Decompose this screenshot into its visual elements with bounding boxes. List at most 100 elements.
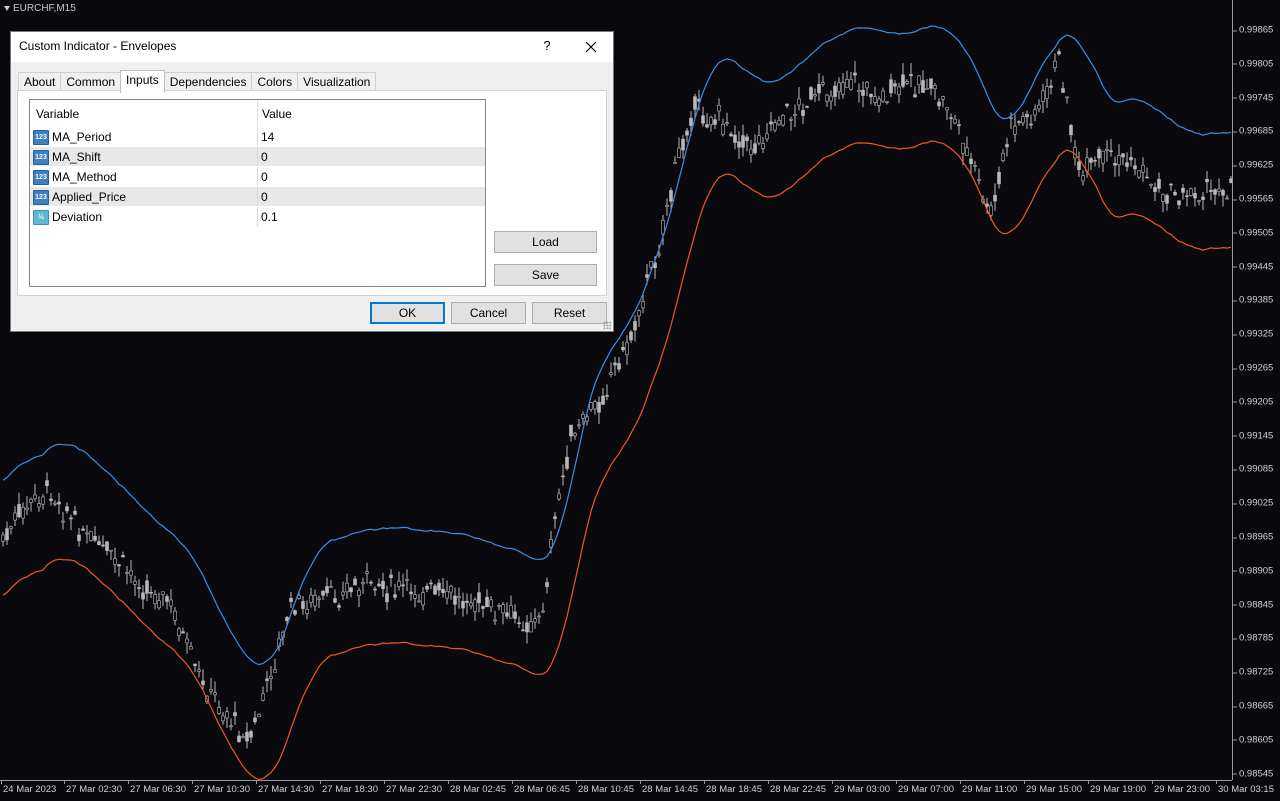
candle-body — [701, 115, 705, 124]
candle-body — [485, 596, 489, 608]
candle-body — [421, 592, 425, 606]
candle-body — [65, 506, 69, 512]
load-button[interactable]: Load — [494, 231, 597, 253]
ok-button[interactable]: OK — [370, 302, 445, 324]
variable-name: Applied_Price — [52, 190, 127, 204]
header-divider[interactable] — [257, 100, 258, 126]
candle-body — [677, 147, 681, 158]
variable-value[interactable]: 0 — [261, 190, 268, 204]
candle-body — [593, 401, 597, 410]
variable-value[interactable]: 14 — [261, 130, 274, 144]
candle-body — [249, 731, 253, 738]
candle-body — [1193, 193, 1197, 199]
candle-body — [745, 136, 749, 142]
candle-body — [445, 590, 449, 599]
symbol-label[interactable]: EURCHF,M15 — [4, 3, 76, 14]
candle-body — [557, 493, 561, 500]
candle-body — [357, 590, 361, 597]
variable-name: MA_Period — [52, 130, 112, 144]
time-tick-label: 30 Mar 03:15 — [1216, 781, 1274, 795]
candle-body — [837, 82, 841, 93]
candle-body — [517, 622, 521, 624]
candle-body — [1221, 190, 1225, 196]
candle-body — [381, 580, 385, 589]
save-button[interactable]: Save — [494, 264, 597, 286]
variable-value[interactable]: 0 — [261, 170, 268, 184]
candle-body — [77, 534, 81, 542]
candle-body — [961, 142, 965, 154]
candle-body — [733, 134, 737, 143]
int-icon: 123 — [33, 150, 49, 165]
tab-about[interactable]: About — [18, 72, 62, 92]
price-tick-label: 0.99325 — [1232, 328, 1274, 340]
candle-body — [1181, 187, 1185, 193]
reset-button[interactable]: Reset — [532, 302, 607, 324]
candle-body — [777, 120, 781, 125]
dialog-titlebar[interactable]: Custom Indicator - Envelopes ? — [11, 32, 613, 62]
dropdown-triangle-icon — [4, 6, 10, 11]
candle-body — [317, 597, 321, 600]
candle-body — [117, 564, 121, 567]
candle-body — [525, 622, 529, 633]
time-tick-label: 29 Mar 11:00 — [959, 781, 1018, 795]
candle-body — [1205, 178, 1209, 183]
grid-header: Variable Value — [30, 100, 485, 126]
candle-body — [1069, 125, 1073, 136]
candle-body — [125, 572, 129, 574]
candle-body — [969, 158, 973, 165]
table-row[interactable]: 123 MA_Shift 0 — [30, 146, 485, 167]
candle-body — [769, 121, 773, 125]
candle-body — [369, 581, 373, 584]
resize-grip-icon[interactable] — [603, 321, 611, 329]
candle-body — [209, 689, 213, 692]
candle-body — [121, 555, 125, 558]
candle-body — [177, 628, 181, 636]
candle-body — [1033, 109, 1037, 116]
candle-body — [1113, 163, 1117, 166]
variable-name: Deviation — [52, 210, 103, 224]
cancel-button[interactable]: Cancel — [451, 302, 526, 324]
candle-body — [9, 526, 13, 529]
tab-common[interactable]: Common — [60, 72, 122, 92]
candle-body — [649, 261, 653, 268]
variable-value[interactable]: 0 — [261, 150, 268, 164]
tab-inputs[interactable]: Inputs — [120, 70, 165, 93]
table-row[interactable]: ½ Deviation 0.1 — [30, 206, 485, 227]
candle-body — [1201, 196, 1205, 200]
candle-body — [521, 629, 525, 632]
tab-dependencies[interactable]: Dependencies — [163, 72, 253, 92]
candle-body — [401, 584, 405, 587]
candle-body — [337, 605, 341, 608]
candle-body — [885, 101, 889, 103]
table-row[interactable]: 123 Applied_Price 0 — [30, 186, 485, 207]
price-axis[interactable]: 0.99865 0.99805 0.99745 0.99685 0.99625 0.995… — [1232, 0, 1280, 780]
price-tick-label: 0.98725 — [1232, 666, 1274, 678]
price-tick-label: 0.99745 — [1232, 92, 1274, 104]
column-divider — [257, 187, 258, 207]
time-axis[interactable]: 24 Mar 2023 27 Mar 02:30 27 Mar 06:30 27 Ma… — [0, 780, 1274, 801]
price-tick-label: 0.99685 — [1232, 125, 1274, 137]
close-button[interactable] — [573, 32, 609, 62]
candle-body — [5, 528, 9, 541]
tab-visualization[interactable]: Visualization — [297, 72, 377, 92]
candle-body — [1177, 200, 1181, 206]
candle-body — [465, 600, 469, 603]
table-row[interactable]: 123 MA_Period 14 — [30, 126, 485, 147]
header-variable[interactable]: Variable — [36, 107, 79, 121]
candle-body — [29, 499, 33, 503]
price-tick-label: 0.99445 — [1232, 261, 1274, 273]
candle-body — [69, 517, 73, 520]
candle-body — [1009, 117, 1013, 119]
candle-body — [853, 72, 857, 76]
help-button[interactable]: ? — [533, 32, 561, 62]
candle-body — [1045, 86, 1049, 99]
candle-body — [813, 94, 817, 97]
candle-body — [213, 692, 217, 696]
tab-colors[interactable]: Colors — [251, 72, 299, 92]
candle-body — [157, 600, 161, 609]
table-row[interactable]: 123 MA_Method 0 — [30, 166, 485, 187]
candle-body — [261, 693, 265, 701]
header-value[interactable]: Value — [262, 107, 292, 121]
variable-value[interactable]: 0.1 — [261, 210, 278, 224]
candle-body — [817, 84, 821, 94]
